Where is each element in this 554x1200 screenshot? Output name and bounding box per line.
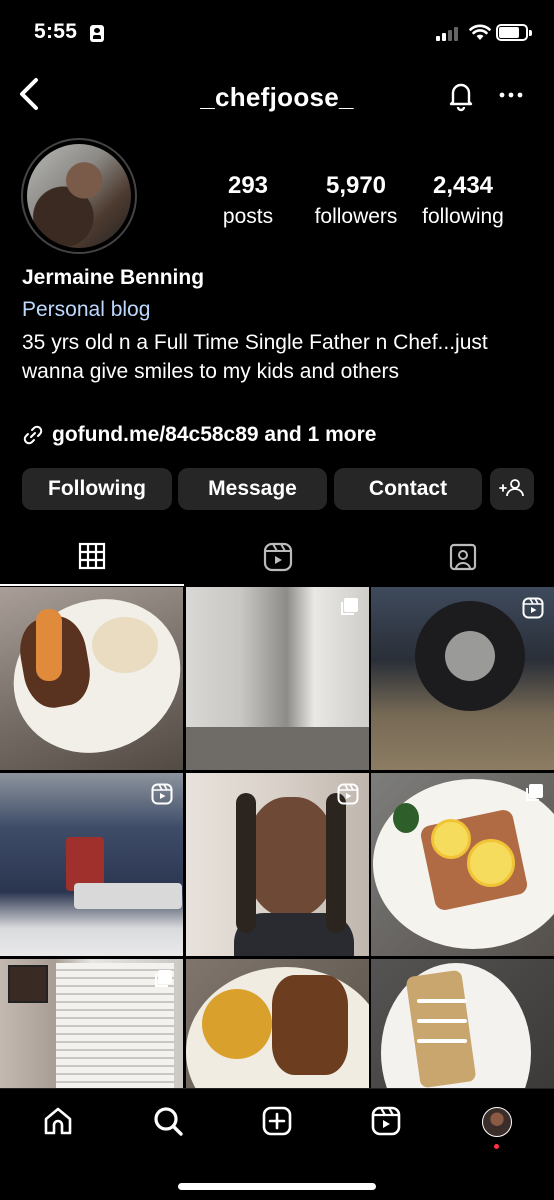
content-tabs bbox=[0, 530, 554, 586]
posts-label: posts bbox=[222, 205, 274, 228]
status-time: 5:55 bbox=[34, 20, 78, 43]
posts-stat[interactable]: 293 posts bbox=[206, 172, 290, 229]
grid-post[interactable] bbox=[0, 773, 183, 956]
following-stat[interactable]: 2,434 following bbox=[414, 172, 512, 229]
search-icon[interactable] bbox=[152, 1105, 184, 1137]
profile-header: _chefjoose_ bbox=[0, 64, 554, 128]
posts-count: 293 bbox=[227, 172, 269, 199]
profile-avatar-tab[interactable] bbox=[482, 1107, 512, 1137]
profile-avatar bbox=[27, 144, 131, 248]
profile-bio: 35 yrs old n a Full Time Single Father n… bbox=[22, 331, 488, 383]
signal-icon bbox=[436, 27, 460, 41]
reels-icon[interactable] bbox=[370, 1105, 402, 1137]
contact-button[interactable]: Contact bbox=[334, 468, 482, 510]
followers-label: followers bbox=[314, 205, 398, 228]
status-bar: 5:55 bbox=[0, 0, 554, 64]
profile-category: Personal blog bbox=[22, 298, 151, 321]
reels-icon bbox=[263, 542, 293, 572]
tagged-icon bbox=[449, 543, 477, 571]
carousel-icon bbox=[526, 784, 543, 801]
more-icon[interactable] bbox=[498, 78, 524, 112]
grid-post[interactable] bbox=[186, 587, 369, 770]
tab-reels[interactable] bbox=[185, 530, 369, 586]
tab-grid[interactable] bbox=[0, 530, 184, 586]
grid-post[interactable] bbox=[186, 959, 369, 1089]
grid-post[interactable] bbox=[371, 773, 554, 956]
followers-stat[interactable]: 5,970 followers bbox=[306, 172, 406, 229]
grid-post[interactable] bbox=[186, 773, 369, 956]
profile-link[interactable]: gofund.me/84c58c89 and 1 more bbox=[22, 423, 376, 447]
battery-icon bbox=[496, 24, 532, 41]
grid-post[interactable] bbox=[371, 959, 554, 1089]
reel-badge-icon bbox=[337, 783, 359, 805]
grid-post[interactable] bbox=[371, 587, 554, 770]
profile-full-name: Jermaine Benning bbox=[22, 266, 205, 289]
grid-post[interactable] bbox=[0, 587, 183, 770]
reel-badge-icon bbox=[522, 597, 544, 619]
add-person-icon bbox=[499, 479, 524, 497]
carousel-icon bbox=[341, 598, 358, 615]
home-indicator bbox=[178, 1183, 376, 1190]
id-card-icon bbox=[90, 25, 104, 42]
home-icon[interactable] bbox=[42, 1105, 74, 1137]
following-button[interactable]: Following bbox=[22, 468, 172, 510]
grid-post[interactable] bbox=[0, 959, 183, 1089]
message-button[interactable]: Message bbox=[178, 468, 327, 510]
following-count: 2,434 bbox=[432, 172, 494, 199]
link-icon bbox=[23, 425, 43, 445]
suggested-users-button[interactable] bbox=[490, 468, 534, 510]
profile-link-text: gofund.me/84c58c89 and 1 more bbox=[52, 423, 377, 446]
notification-dot bbox=[494, 1144, 499, 1149]
following-label: following bbox=[422, 205, 504, 228]
carousel-icon bbox=[155, 970, 172, 987]
battery-level bbox=[499, 27, 519, 38]
followers-count: 5,970 bbox=[325, 172, 387, 199]
reel-badge-icon bbox=[151, 783, 173, 805]
bell-icon[interactable] bbox=[444, 78, 478, 112]
grid-icon bbox=[78, 542, 106, 570]
wifi-icon bbox=[469, 24, 491, 40]
profile-avatar-ring[interactable] bbox=[21, 138, 137, 254]
create-icon[interactable] bbox=[261, 1105, 293, 1137]
tab-tagged[interactable] bbox=[370, 530, 554, 586]
